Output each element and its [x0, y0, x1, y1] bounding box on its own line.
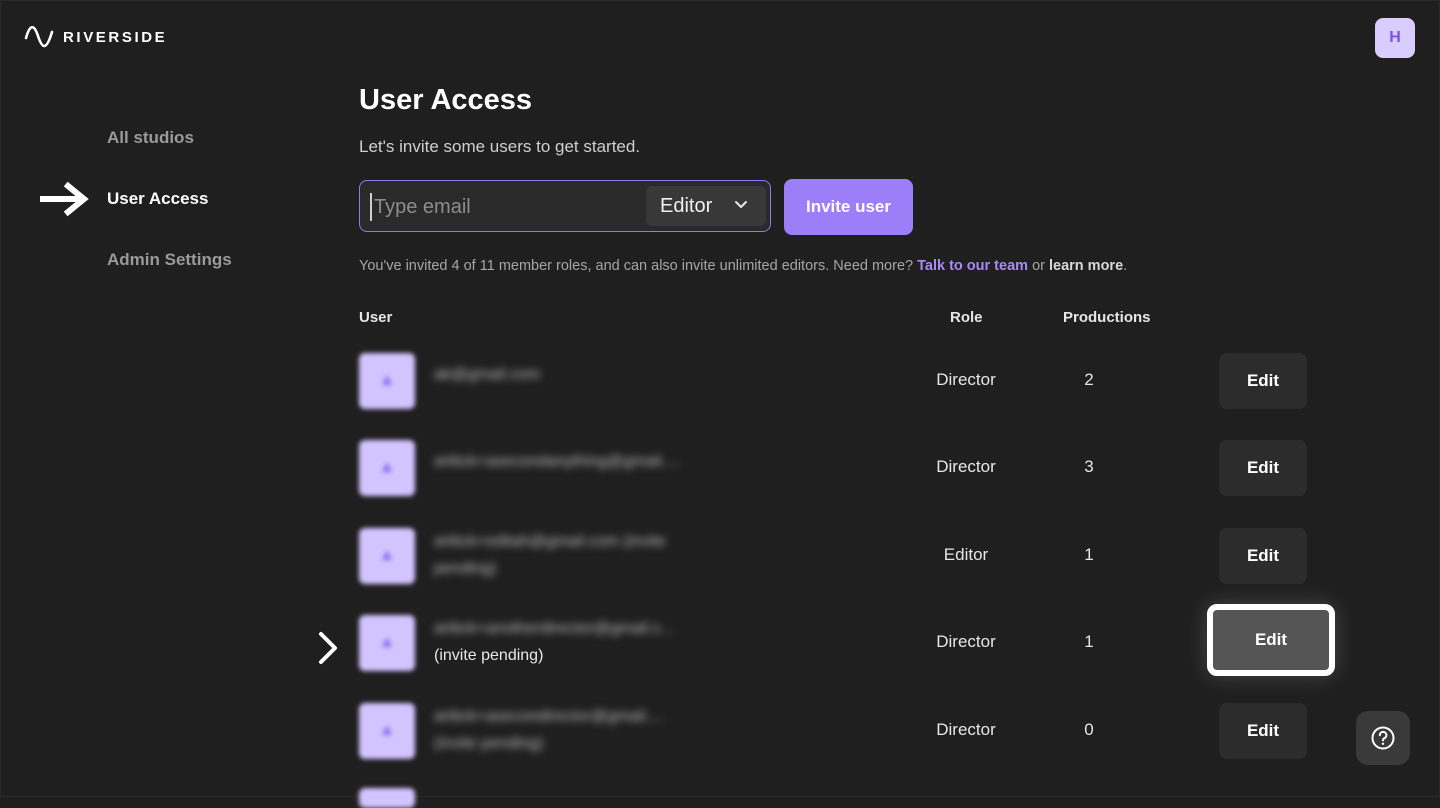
riverside-wave-icon [24, 26, 54, 48]
column-header-role: Role [950, 309, 983, 326]
user-productions: 1 [1084, 545, 1094, 564]
user-role: Director [936, 457, 996, 476]
role-dropdown-value: Editor [660, 194, 713, 217]
user-email: arttick+anotherdirector@gmail.c... (invi… [434, 615, 744, 669]
user-email: ak@gmail.com [434, 366, 541, 383]
edit-button[interactable]: Edit [1219, 440, 1307, 496]
user-row-avatar [359, 440, 415, 496]
chevron-down-icon [735, 201, 747, 208]
edit-button[interactable]: Edit [1219, 528, 1307, 584]
user-avatar[interactable]: H [1375, 18, 1415, 58]
table-row: arttick+asecondirector@gmail.... (invite… [359, 701, 1319, 761]
user-email: arttick+asecondirector@gmail.... (invite… [434, 708, 664, 752]
invite-info: You've invited 4 of 11 member roles, and… [359, 258, 1127, 274]
sidebar-item-all-studios[interactable]: All studios [107, 128, 194, 148]
invite-info-period: . [1123, 258, 1128, 274]
page-subtitle: Let's invite some users to get started. [359, 137, 641, 156]
email-input[interactable] [370, 193, 636, 221]
invite-info-or: or [1032, 258, 1045, 274]
sidebar-item-user-access[interactable]: User Access [107, 189, 208, 209]
user-email: arttick+asecondanything@gmail.... [434, 453, 680, 470]
user-role: Editor [943, 545, 989, 564]
help-button[interactable] [1356, 711, 1410, 765]
column-header-user: User [359, 309, 393, 326]
user-row-avatar [359, 615, 415, 671]
edit-button[interactable]: Edit [1219, 353, 1307, 409]
table-row: arttick+anotherdirector@gmail.c... (invi… [359, 604, 1335, 676]
user-productions: 0 [1084, 720, 1094, 739]
table-row: arttick+asecondanything@gmail.... Direct… [359, 438, 1319, 498]
talk-to-team-link[interactable]: Talk to our team [917, 258, 1028, 274]
brand-name: RIVERSIDE [63, 28, 168, 46]
help-icon [1371, 726, 1395, 750]
table-row: arttick+editah@gmail.com (invite pending… [359, 526, 1319, 586]
column-header-productions: Productions [1063, 309, 1151, 326]
user-email: arttick+editah@gmail.com (invite pending… [434, 533, 666, 577]
user-row-avatar [359, 703, 415, 759]
brand-logo[interactable]: RIVERSIDE [24, 26, 167, 48]
edit-button[interactable]: Edit [1219, 703, 1307, 759]
table-row: ak@gmail.com Director 2 Edit [359, 351, 1319, 411]
user-role: Director [936, 632, 996, 651]
user-role: Director [936, 370, 996, 389]
sidebar-item-admin-settings[interactable]: Admin Settings [107, 250, 232, 270]
arrow-right-icon [40, 181, 89, 217]
chevron-right-icon [319, 632, 337, 664]
role-dropdown[interactable]: Editor [646, 186, 766, 226]
user-row-avatar [359, 353, 415, 409]
invite-form: Editor [359, 180, 771, 232]
page-title: User Access [359, 84, 533, 116]
invite-pending-label: (invite pending) [434, 647, 544, 664]
learn-more-link[interactable]: learn more [1049, 258, 1123, 274]
invite-user-button[interactable]: Invite user [784, 179, 913, 235]
invite-info-text: You've invited 4 of 11 member roles, and… [359, 258, 914, 274]
user-productions: 3 [1084, 457, 1094, 476]
user-row-avatar [359, 528, 415, 584]
user-role: Director [936, 720, 996, 739]
user-productions: 2 [1084, 370, 1094, 389]
user-row-avatar-partial [359, 788, 415, 808]
user-productions: 1 [1084, 632, 1094, 651]
edit-button-focused[interactable]: Edit [1207, 604, 1335, 676]
